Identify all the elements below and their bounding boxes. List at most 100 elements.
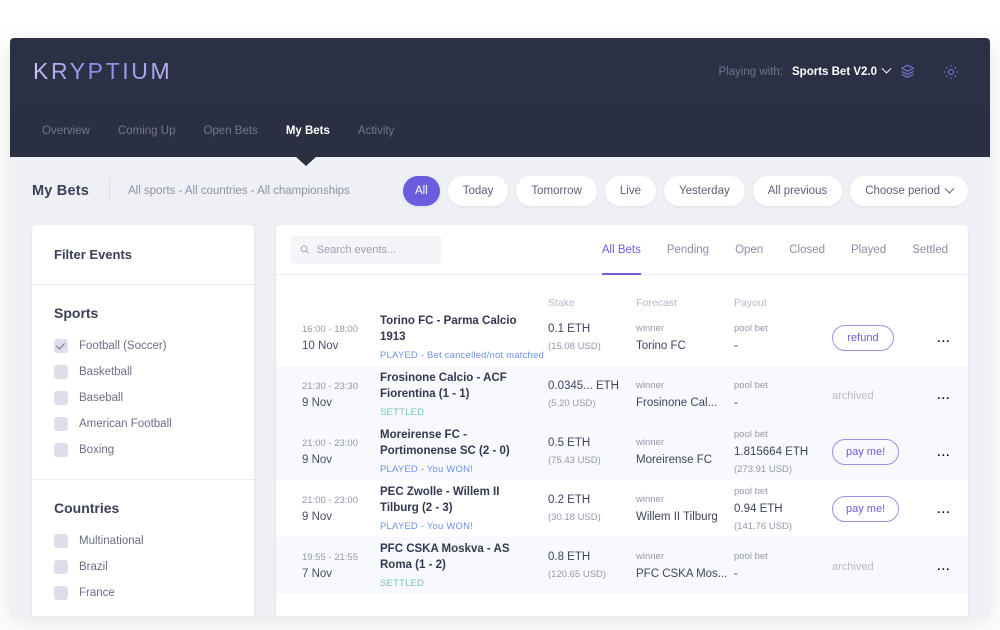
search-input[interactable] bbox=[316, 243, 432, 256]
layers-icon[interactable] bbox=[890, 57, 924, 87]
checkbox-icon[interactable] bbox=[54, 443, 68, 457]
cell-payout: pool bet 1.815664 ETH (273.91 USD) bbox=[734, 429, 832, 475]
table-row[interactable]: 19:55 - 21:55 7 Nov PFC CSKA Moskva - AS… bbox=[276, 537, 968, 594]
pay-me-button[interactable]: pay me! bbox=[832, 438, 900, 465]
checkbox-row-france[interactable]: France bbox=[54, 586, 232, 600]
choose-period-label: Choose period bbox=[865, 185, 940, 197]
event-time: 21:30 - 23:30 bbox=[302, 380, 358, 392]
refund-button[interactable]: refund bbox=[832, 324, 894, 351]
checkbox-icon[interactable] bbox=[54, 586, 68, 600]
nav-item-coming-up[interactable]: Coming Up bbox=[104, 105, 190, 157]
content-columns: Filter Events Sports Football (Soccer) B… bbox=[32, 225, 968, 616]
row-menu-button[interactable]: ... bbox=[916, 329, 950, 347]
gear-icon[interactable] bbox=[934, 57, 968, 87]
checkbox-icon[interactable] bbox=[54, 339, 68, 353]
checkbox-row-brazil[interactable]: Brazil bbox=[54, 560, 232, 574]
table-row[interactable]: 21:30 - 23:30 9 Nov Frosinone Calcio - A… bbox=[276, 366, 968, 423]
checkbox-row-football[interactable]: Football (Soccer) bbox=[54, 339, 232, 353]
row-menu-button[interactable]: ... bbox=[916, 443, 950, 461]
table-row[interactable]: 21:00 - 23:00 9 Nov PEC Zwolle - Willem … bbox=[276, 480, 968, 537]
search-icon bbox=[300, 245, 309, 254]
nav-item-overview[interactable]: Overview bbox=[33, 105, 104, 157]
cell-action: archived bbox=[832, 557, 916, 575]
row-menu-button[interactable]: ... bbox=[916, 386, 950, 404]
checkbox-row-boxing[interactable]: Boxing bbox=[54, 443, 232, 457]
nav-item-my-bets[interactable]: My Bets bbox=[272, 105, 344, 157]
checkbox-label: Baseball bbox=[79, 392, 124, 404]
checkbox-icon[interactable] bbox=[54, 534, 68, 548]
playing-with-label: Playing with: bbox=[718, 65, 783, 78]
period-pill-choose-period[interactable]: Choose period bbox=[850, 176, 968, 206]
row-menu-button[interactable]: ... bbox=[916, 500, 950, 518]
nav-item-activity[interactable]: Activity bbox=[344, 105, 408, 157]
status-badge: PLAYED - You WON! bbox=[380, 464, 473, 476]
status-badge: SETTLED bbox=[380, 407, 425, 419]
tab-all-bets[interactable]: All Bets bbox=[589, 225, 654, 275]
checkbox-row-multinational[interactable]: Multinational bbox=[54, 534, 232, 548]
event-name[interactable]: Torino FC - Parma Calcio 1913 bbox=[380, 314, 548, 345]
payout-label: pool bet bbox=[734, 428, 768, 440]
payout-label: pool bet bbox=[734, 485, 768, 497]
cell-forecast: winner PFC CSKA Mos... bbox=[636, 551, 734, 580]
stake-amount: 0.0345... ETH bbox=[548, 380, 619, 392]
tab-pending[interactable]: Pending bbox=[654, 225, 722, 274]
event-date: 9 Nov bbox=[302, 510, 333, 523]
cell-stake: 0.1 ETH (15.08 USD) bbox=[548, 323, 636, 352]
payout-usd: (141.76 USD) bbox=[734, 520, 793, 532]
period-pill-tomorrow[interactable]: Tomorrow bbox=[516, 176, 597, 206]
forecast-value: Frosinone Cal... bbox=[636, 397, 718, 409]
period-pill-yesterday[interactable]: Yesterday bbox=[664, 176, 745, 206]
main-nav: Overview Coming Up Open Bets My Bets Act… bbox=[10, 105, 990, 166]
event-name[interactable]: PFC CSKA Moskva - AS Roma (1 - 2) bbox=[380, 542, 548, 573]
cell-payout: pool bet - bbox=[734, 323, 832, 352]
stake-usd: (30.18 USD) bbox=[548, 512, 601, 523]
checkbox-icon[interactable] bbox=[54, 417, 68, 431]
cell-forecast: winner Willem II Tilburg bbox=[636, 494, 734, 523]
period-pill-all[interactable]: All bbox=[402, 176, 440, 206]
sports-section-title: Sports bbox=[54, 305, 99, 321]
app-window: KRYPTIUM Playing with: Sports Bet V2.0 O… bbox=[10, 38, 990, 616]
search-box[interactable] bbox=[290, 235, 442, 264]
cell-time: 19:55 - 21:55 7 Nov bbox=[302, 552, 380, 580]
event-name[interactable]: PEC Zwolle - Willem II Tilburg (2 - 3) bbox=[380, 485, 548, 516]
stake-amount: 0.1 ETH bbox=[548, 323, 591, 335]
countries-section-title: Countries bbox=[54, 500, 120, 516]
forecast-label: winner bbox=[636, 551, 664, 562]
table-row[interactable]: 21:00 - 23:00 9 Nov Moreirense FC - Port… bbox=[276, 423, 968, 480]
archived-label: archived bbox=[832, 389, 874, 402]
tab-played[interactable]: Played bbox=[838, 225, 899, 274]
stake-usd: (75.43 USD) bbox=[548, 455, 601, 466]
period-pill-live[interactable]: Live bbox=[604, 176, 656, 206]
playing-with-selector[interactable]: Sports Bet V2.0 bbox=[792, 63, 892, 78]
table-row[interactable]: 16:00 - 18:00 10 Nov Torino FC - Parma C… bbox=[276, 309, 968, 366]
pay-me-button[interactable]: pay me! bbox=[832, 495, 900, 522]
checkbox-icon[interactable] bbox=[54, 560, 68, 574]
tab-settled[interactable]: Settled bbox=[899, 225, 950, 274]
cell-forecast: winner Torino FC bbox=[636, 323, 734, 352]
checkbox-row-american-football[interactable]: American Football bbox=[54, 417, 232, 431]
event-name[interactable]: Moreirense FC - Portimonense SC (2 - 0) bbox=[380, 428, 548, 459]
event-name[interactable]: Frosinone Calcio - ACF Fiorentina (1 - 1… bbox=[380, 371, 548, 402]
checkbox-icon[interactable] bbox=[54, 391, 68, 405]
cell-event: Moreirense FC - Portimonense SC (2 - 0) … bbox=[380, 428, 548, 475]
tab-open[interactable]: Open bbox=[722, 225, 776, 274]
tab-closed[interactable]: Closed bbox=[776, 225, 838, 274]
cell-event: PEC Zwolle - Willem II Tilburg (2 - 3) P… bbox=[380, 485, 548, 532]
checkbox-label: Football (Soccer) bbox=[79, 340, 167, 352]
payout-label: pool bet bbox=[734, 551, 768, 562]
period-pill-all-previous[interactable]: All previous bbox=[752, 176, 843, 206]
row-menu-button[interactable]: ... bbox=[916, 557, 950, 575]
checkbox-row-baseball[interactable]: Baseball bbox=[54, 391, 232, 405]
panel-toolbar: All Bets Pending Open Closed Played Sett… bbox=[276, 225, 968, 275]
breadcrumb[interactable]: All sports - All countries - All champio… bbox=[128, 185, 350, 197]
column-header-forecast: Forecast bbox=[636, 297, 677, 309]
period-pill-today[interactable]: Today bbox=[447, 176, 509, 206]
checkbox-icon[interactable] bbox=[54, 365, 68, 379]
cell-payout: pool bet - bbox=[734, 380, 832, 409]
sidebar-heading: Filter Events bbox=[32, 225, 254, 285]
forecast-value: Willem II Tilburg bbox=[636, 511, 718, 523]
checkbox-row-basketball[interactable]: Basketball bbox=[54, 365, 232, 379]
event-date: 9 Nov bbox=[302, 453, 333, 466]
filter-sidebar: Filter Events Sports Football (Soccer) B… bbox=[32, 225, 254, 616]
nav-item-open-bets[interactable]: Open Bets bbox=[189, 105, 271, 157]
